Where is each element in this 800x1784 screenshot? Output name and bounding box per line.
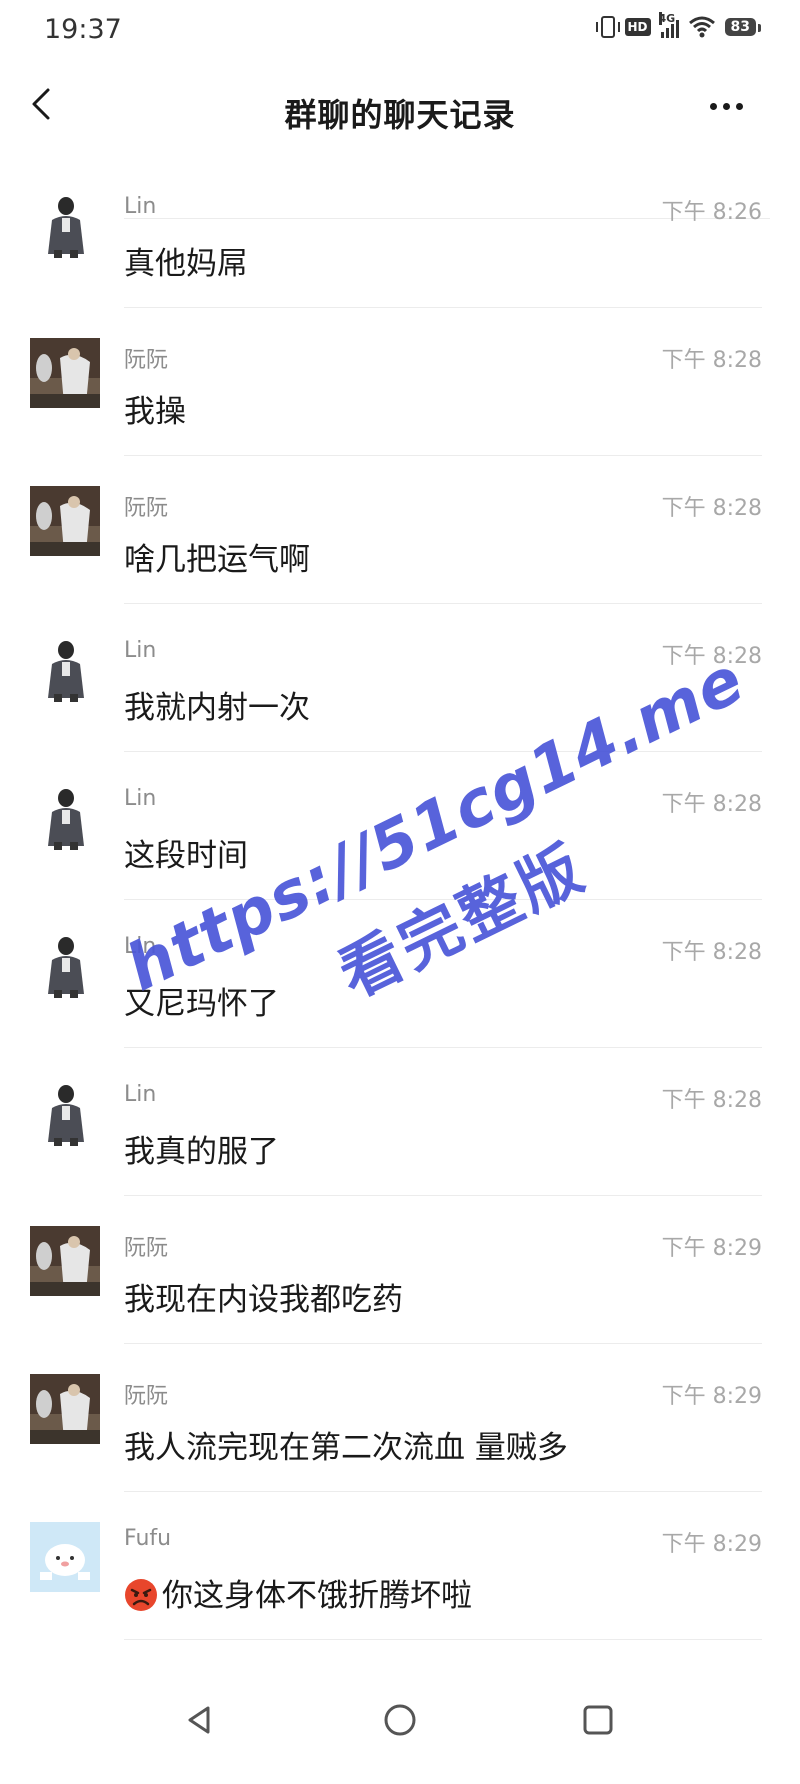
ruanruan-avatar[interactable] <box>30 338 100 408</box>
message-item[interactable]: 阮阮 下午 8:28 啥几把运气啊 <box>0 456 800 604</box>
lin-avatar[interactable] <box>30 1078 100 1148</box>
message-time: 下午 8:28 <box>661 496 762 521</box>
message-text: 我现在内设我都吃药 <box>124 1282 403 1318</box>
status-icons: HD 4G 83 <box>595 12 762 38</box>
message-item[interactable]: Lin 下午 8:28 这段时间 <box>0 752 800 900</box>
message-sender: Lin <box>124 1082 157 1107</box>
message-text-row: 我人流完现在第二次流血 量贼多 <box>124 1422 568 1467</box>
message-text: 真他妈屌 <box>124 246 248 282</box>
message-text: 我就内射一次 <box>124 690 310 726</box>
message-item[interactable]: Lin 下午 8:28 又尼玛怀了 <box>0 900 800 1048</box>
more-dot-icon <box>723 102 730 110</box>
battery-icon: 83 <box>724 18 762 36</box>
back-triangle-icon <box>188 1706 210 1734</box>
nav-recents-button[interactable] <box>578 1700 618 1740</box>
message-text-row: 真他妈屌 <box>124 238 248 283</box>
message-sender: Lin <box>124 194 157 219</box>
message-divider <box>124 1639 762 1640</box>
lin-avatar[interactable] <box>30 634 100 704</box>
message-item[interactable]: 阮阮 下午 8:29 我人流完现在第二次流血 量贼多 <box>0 1344 800 1492</box>
nav-home-button[interactable] <box>380 1700 420 1740</box>
page-title: 群聊的聊天记录 <box>284 96 516 134</box>
message-time: 下午 8:29 <box>661 1532 762 1557</box>
message-time: 下午 8:26 <box>661 200 762 225</box>
message-item[interactable]: Fufu 下午 8:29 你这身体不饿折腾坏啦 <box>0 1492 800 1640</box>
message-text-row: 这段时间 <box>124 830 248 875</box>
angry-face-icon <box>124 1578 158 1612</box>
message-time: 下午 8:28 <box>661 792 762 817</box>
message-time: 下午 8:28 <box>661 644 762 669</box>
message-time: 下午 8:28 <box>661 940 762 965</box>
message-text-row: 我就内射一次 <box>124 682 310 727</box>
ruanruan-avatar[interactable] <box>30 1226 100 1296</box>
header: 群聊的聊天记录 <box>0 60 800 219</box>
message-text: 我真的服了 <box>124 1134 279 1170</box>
message-sender: Fufu <box>124 1526 172 1551</box>
message-text-row: 我真的服了 <box>124 1126 279 1171</box>
system-nav-bar <box>0 1680 800 1784</box>
message-text: 你这身体不饿折腾坏啦 <box>162 1578 472 1614</box>
nav-back-button[interactable] <box>180 1700 220 1740</box>
message-item[interactable]: 阮阮 下午 8:29 我现在内设我都吃药 <box>0 1196 800 1344</box>
more-options-button[interactable] <box>710 96 750 116</box>
message-text: 我操 <box>124 394 186 430</box>
recents-square-icon <box>583 1705 613 1735</box>
message-time: 下午 8:29 <box>661 1384 762 1409</box>
message-item[interactable]: 阮阮 下午 8:28 我操 <box>0 308 800 456</box>
message-sender: 阮阮 <box>124 348 169 373</box>
message-sender: 阮阮 <box>124 496 169 521</box>
message-time: 下午 8:28 <box>661 1088 762 1113</box>
message-item[interactable]: Lin 下午 8:26 真他妈屌 <box>0 160 800 308</box>
more-dot-icon <box>736 102 743 110</box>
message-sender: Lin <box>124 934 157 959</box>
message-text-row: 我现在内设我都吃药 <box>124 1274 403 1319</box>
message-sender: 阮阮 <box>124 1236 169 1261</box>
status-bar: 19:37 HD 4G 83 <box>0 0 800 60</box>
message-item[interactable]: Lin 下午 8:28 我真的服了 <box>0 1048 800 1196</box>
message-item[interactable]: Lin 下午 8:28 我就内射一次 <box>0 604 800 752</box>
hd-icon: HD <box>624 18 651 36</box>
message-time: 下午 8:29 <box>661 1236 762 1261</box>
message-list[interactable]: Lin 下午 8:26 真他妈屌 阮阮 下午 8:28 我操 阮阮 下午 8:28 啥几把运气啊… <box>0 160 800 1640</box>
fufu-avatar[interactable] <box>30 1522 100 1592</box>
message-sender: 阮阮 <box>124 1384 169 1409</box>
message-text: 又尼玛怀了 <box>124 986 279 1022</box>
network-type-label: 4G <box>658 12 676 25</box>
signal-icon: 4G <box>658 12 679 38</box>
message-sender: Lin <box>124 638 157 663</box>
message-sender: Lin <box>124 786 157 811</box>
vibrate-icon <box>595 16 620 38</box>
message-text: 我人流完现在第二次流血 量贼多 <box>124 1430 568 1466</box>
ruanruan-avatar[interactable] <box>30 1374 100 1444</box>
message-text: 啥几把运气啊 <box>124 542 310 578</box>
lin-avatar[interactable] <box>30 190 100 260</box>
more-dot-icon <box>710 102 717 110</box>
lin-avatar[interactable] <box>30 782 100 852</box>
message-text-row: 我操 <box>124 386 186 431</box>
ruanruan-avatar[interactable] <box>30 486 100 556</box>
message-text: 这段时间 <box>124 838 248 874</box>
message-text-row: 你这身体不饿折腾坏啦 <box>124 1570 472 1615</box>
message-time: 下午 8:28 <box>661 348 762 373</box>
message-text-row: 又尼玛怀了 <box>124 978 279 1023</box>
message-text-row: 啥几把运气啊 <box>124 534 310 579</box>
wifi-icon <box>688 16 715 38</box>
home-circle-icon <box>384 1704 416 1736</box>
lin-avatar[interactable] <box>30 930 100 1000</box>
status-time: 19:37 <box>44 14 122 45</box>
